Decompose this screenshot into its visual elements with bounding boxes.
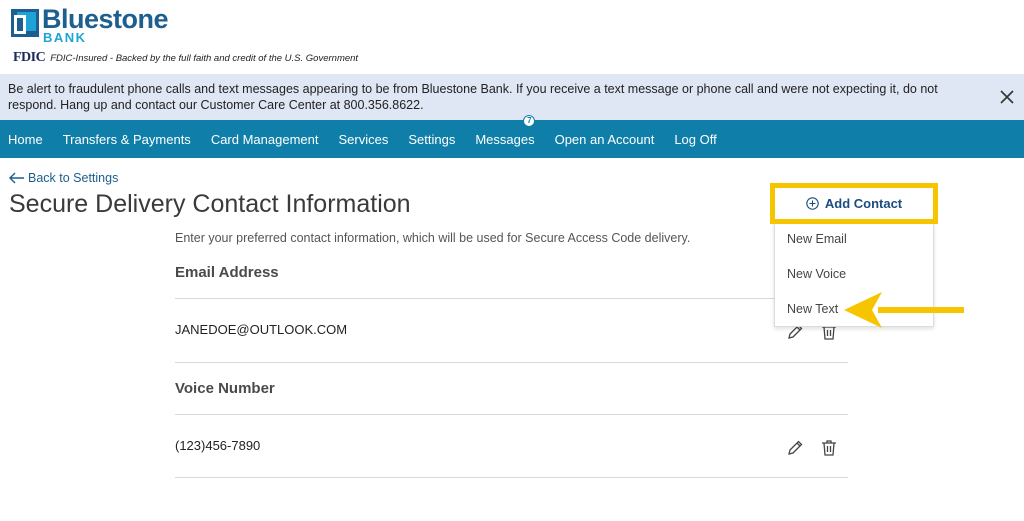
email-section-title: Email Address: [175, 264, 279, 281]
nav-messages[interactable]: Messages 7: [475, 114, 536, 147]
nav-log-off[interactable]: Log Off: [674, 132, 716, 147]
menu-item-new-email[interactable]: New Email: [787, 232, 847, 246]
nav-settings[interactable]: Settings: [408, 132, 455, 147]
email-value: JANEDOE@OUTLOOK.COM: [175, 322, 348, 337]
intro-text: Enter your preferred contact information…: [175, 231, 691, 245]
alert-text: Be alert to fraudulent phone calls and t…: [8, 82, 938, 112]
add-contact-button[interactable]: Add Contact: [777, 190, 931, 217]
page-title: Secure Delivery Contact Information: [9, 190, 411, 218]
bluestone-logo-icon: [11, 9, 39, 37]
header: Bluestone BANK FDIC FDIC-Insured - Backe…: [0, 0, 1024, 74]
back-to-settings-link[interactable]: Back to Settings: [9, 171, 118, 185]
main-nav: Home Transfers & Payments Card Managemen…: [0, 114, 1024, 158]
voice-value: (123)456-7890: [175, 438, 261, 453]
logo-sub: BANK: [43, 30, 87, 45]
menu-item-new-voice[interactable]: New Voice: [787, 267, 846, 281]
arrow-left-icon: [9, 172, 24, 184]
bank-logo[interactable]: Bluestone BANK: [11, 4, 169, 45]
divider: [175, 414, 848, 415]
fraud-alert-banner: Be alert to fraudulent phone calls and t…: [0, 74, 1024, 120]
menu-item-new-text[interactable]: New Text: [787, 302, 838, 316]
add-contact-label: Add Contact: [824, 196, 903, 211]
fdic-logo: FDIC: [13, 50, 46, 65]
nav-messages-label: Messages: [475, 131, 535, 147]
nav-transfers-payments[interactable]: Transfers & Payments: [63, 132, 191, 147]
logo-name: Bluestone: [42, 4, 169, 34]
fdic-notice: FDIC FDIC-Insured - Backed by the full f…: [13, 50, 358, 66]
plus-circle-icon: [806, 197, 819, 210]
voice-section-title: Voice Number: [175, 380, 275, 397]
fdic-text: FDIC-Insured - Backed by the full faith …: [50, 52, 359, 64]
nav-services[interactable]: Services: [338, 132, 388, 147]
messages-count-badge: 7: [523, 114, 536, 127]
nav-open-account[interactable]: Open an Account: [555, 132, 655, 147]
divider: [175, 477, 848, 478]
voice-actions: [785, 438, 853, 458]
close-icon[interactable]: [1000, 90, 1014, 104]
annotation-arrow-icon: [844, 292, 964, 328]
nav-home[interactable]: Home: [8, 132, 43, 147]
trash-icon[interactable]: [819, 438, 839, 458]
nav-card-management[interactable]: Card Management: [211, 132, 319, 147]
pencil-icon[interactable]: [785, 438, 805, 458]
divider: [175, 362, 848, 363]
divider: [175, 298, 848, 299]
back-link-label: Back to Settings: [28, 171, 119, 185]
